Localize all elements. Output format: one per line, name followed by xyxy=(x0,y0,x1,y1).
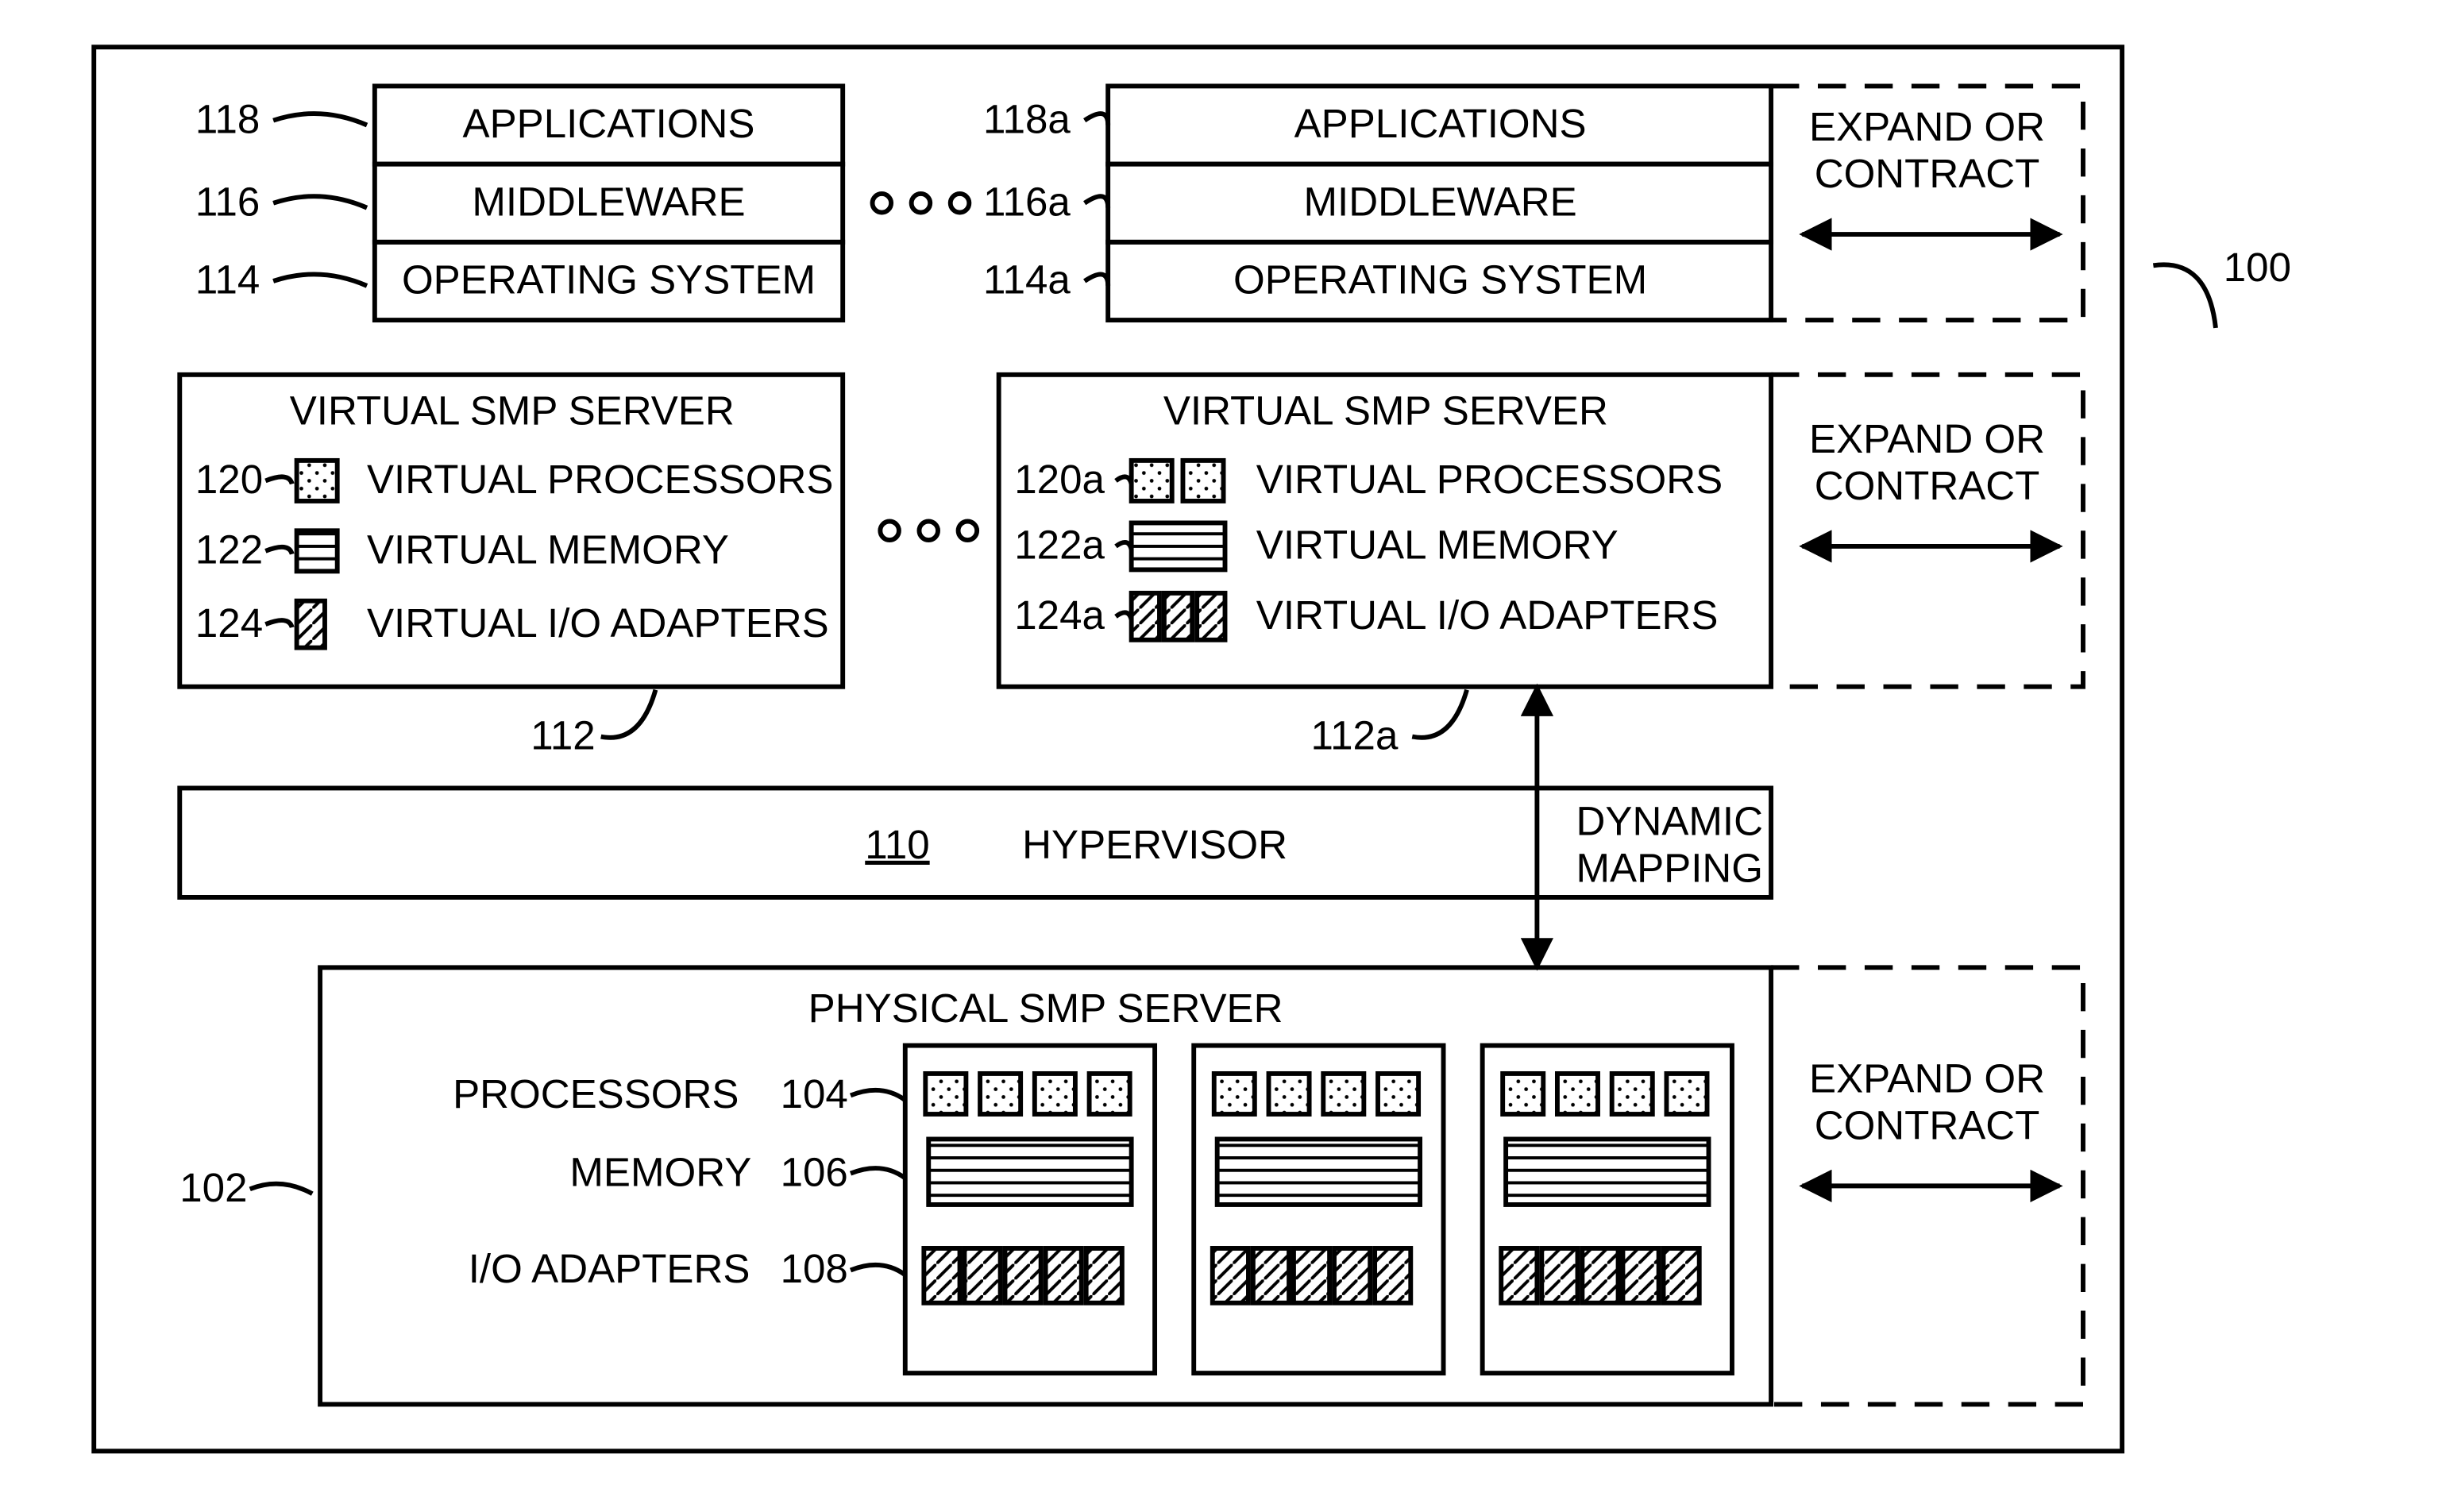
svg-text:APPLICATIONS: APPLICATIONS xyxy=(463,101,755,146)
ref-108: 108 xyxy=(781,1246,848,1291)
svg-text:VIRTUAL PROCESSORS: VIRTUAL PROCESSORS xyxy=(367,457,833,502)
svg-text:VIRTUAL I/O ADAPTERS: VIRTUAL I/O ADAPTERS xyxy=(1256,592,1719,638)
vsmp-right: VIRTUAL SMP SERVER VIRTUAL PROCESSORS VI… xyxy=(999,375,1771,687)
cell-2 xyxy=(1194,1046,1443,1374)
svg-text:VIRTUAL MEMORY: VIRTUAL MEMORY xyxy=(1256,523,1619,568)
svg-text:EXPAND OR: EXPAND OR xyxy=(1809,1056,2045,1101)
svg-text:CONTRACT: CONTRACT xyxy=(1815,1102,2040,1148)
ref-120: 120 xyxy=(195,457,263,502)
ref-114a: 114a xyxy=(983,257,1071,303)
cell-3 xyxy=(1483,1046,1732,1374)
svg-text:OPERATING SYSTEM: OPERATING SYSTEM xyxy=(1233,257,1647,303)
stack-left: APPLICATIONS MIDDLEWARE OPERATING SYSTEM xyxy=(375,86,843,320)
ref-116a: 116a xyxy=(983,179,1071,224)
ref-118: 118 xyxy=(195,96,260,141)
ref-120a: 120a xyxy=(1014,457,1105,502)
ref-102: 102 xyxy=(179,1165,247,1210)
ref-100: 100 xyxy=(2224,245,2291,290)
svg-text:VIRTUAL PROCESSORS: VIRTUAL PROCESSORS xyxy=(1256,457,1723,502)
svg-text:MEMORY: MEMORY xyxy=(569,1149,751,1194)
svg-text:I/O ADAPTERS: I/O ADAPTERS xyxy=(469,1246,750,1291)
ref-110: 110 xyxy=(865,822,929,867)
svg-text:VIRTUAL MEMORY: VIRTUAL MEMORY xyxy=(367,527,729,573)
svg-text:PHYSICAL SMP SERVER: PHYSICAL SMP SERVER xyxy=(808,986,1283,1031)
cell-1 xyxy=(905,1046,1155,1374)
svg-text:EXPAND OR: EXPAND OR xyxy=(1809,104,2045,149)
hypervisor-box xyxy=(179,788,1771,897)
svg-text:OPERATING SYSTEM: OPERATING SYSTEM xyxy=(402,257,816,303)
svg-text:PROCESSORS: PROCESSORS xyxy=(453,1071,739,1117)
svg-text:DYNAMIC: DYNAMIC xyxy=(1576,798,1763,843)
ref-106: 106 xyxy=(781,1149,848,1194)
ref-112a: 112a xyxy=(1311,712,1399,758)
svg-text:VIRTUAL I/O ADAPTERS: VIRTUAL I/O ADAPTERS xyxy=(367,600,829,646)
svg-text:HYPERVISOR: HYPERVISOR xyxy=(1022,822,1287,867)
ref-118a: 118a xyxy=(983,96,1071,141)
ref-104: 104 xyxy=(781,1071,848,1117)
ref-124a: 124a xyxy=(1014,592,1105,638)
vsmp-left: VIRTUAL SMP SERVER VIRTUAL PROCESSORS VI… xyxy=(179,375,843,687)
svg-text:VIRTUAL SMP SERVER: VIRTUAL SMP SERVER xyxy=(1163,388,1608,434)
svg-text:MIDDLEWARE: MIDDLEWARE xyxy=(1303,179,1576,224)
ref-114: 114 xyxy=(195,257,260,303)
svg-text:VIRTUAL SMP SERVER: VIRTUAL SMP SERVER xyxy=(290,388,735,434)
stack-right: APPLICATIONS MIDDLEWARE OPERATING SYSTEM xyxy=(1108,86,1771,320)
ref-112: 112 xyxy=(531,712,595,758)
ref-122a: 122a xyxy=(1014,523,1105,568)
svg-text:EXPAND OR: EXPAND OR xyxy=(1809,416,2045,461)
svg-text:MIDDLEWARE: MIDDLEWARE xyxy=(472,179,745,224)
svg-text:CONTRACT: CONTRACT xyxy=(1815,463,2040,508)
ref-116: 116 xyxy=(195,179,260,224)
svg-text:APPLICATIONS: APPLICATIONS xyxy=(1294,101,1587,146)
ref-124: 124 xyxy=(195,600,263,646)
ref-122: 122 xyxy=(195,527,263,573)
svg-text:MAPPING: MAPPING xyxy=(1576,845,1764,890)
svg-text:CONTRACT: CONTRACT xyxy=(1815,151,2040,196)
diagram: 100 APPLICATIONS MIDDLEWARE OPERATING SY… xyxy=(16,16,2434,1483)
